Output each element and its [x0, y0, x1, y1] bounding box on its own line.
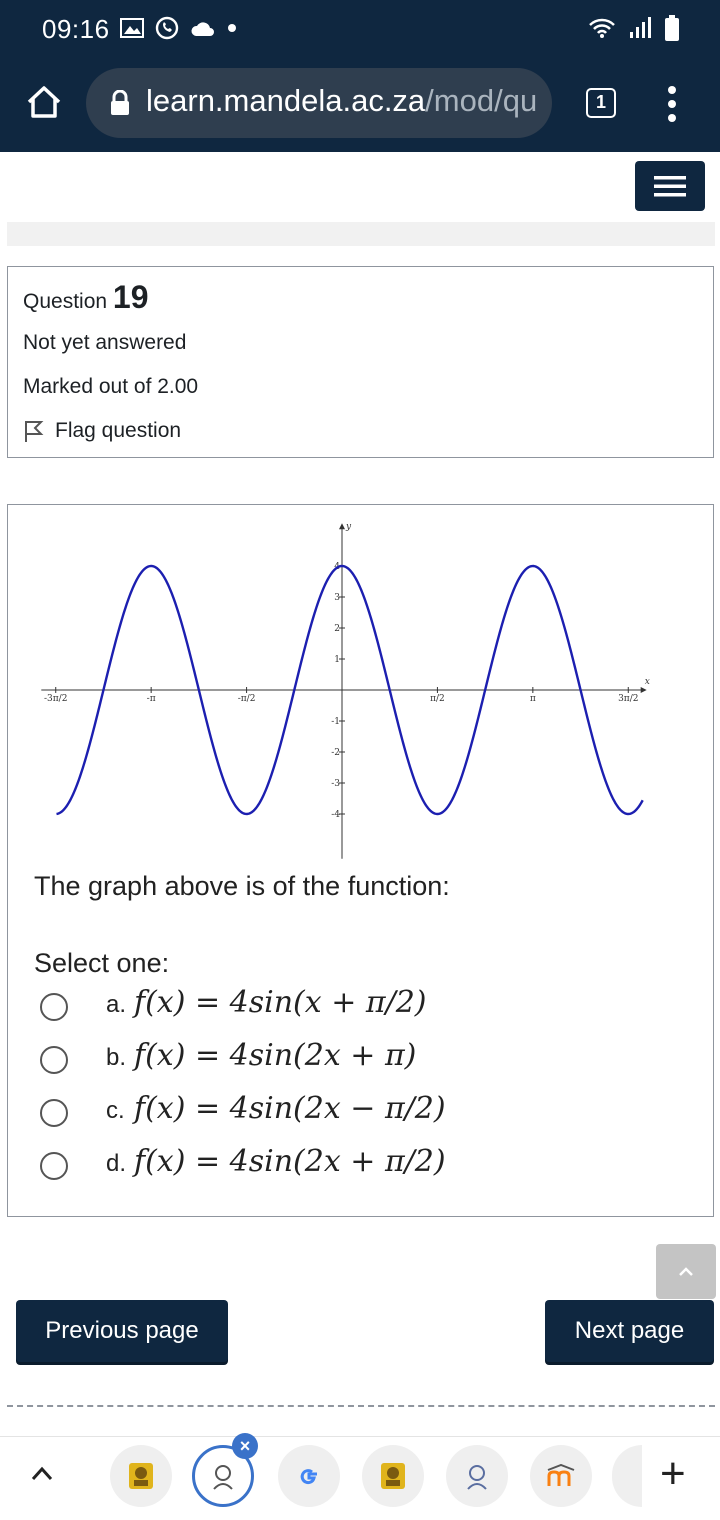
option-letter: b.: [106, 1044, 127, 1071]
more-options-icon[interactable]: [662, 84, 682, 124]
question-text: The graph above is of the function:: [34, 871, 450, 901]
question-number: 19: [112, 279, 149, 315]
option-a[interactable]: a. f(x) = 4sin(x + π/2): [38, 983, 688, 1031]
option-letter: d.: [106, 1150, 127, 1177]
new-tab-icon[interactable]: +: [660, 1449, 686, 1499]
mandela-logo-icon: [213, 1465, 233, 1490]
mandela-logo-icon: [467, 1465, 487, 1490]
flag-question-link[interactable]: Flag question: [23, 419, 181, 443]
chevron-up-icon[interactable]: [30, 1465, 54, 1481]
option-letter: a.: [106, 991, 127, 1018]
option-d[interactable]: d. f(x) = 4sin(2x + π/2): [38, 1142, 688, 1190]
option-expression: f(x) = 4sin(x + π/2): [134, 985, 427, 1020]
wifi-icon: [589, 18, 615, 38]
tab-thumbnail[interactable]: [110, 1445, 172, 1507]
whatsapp-icon: [155, 16, 179, 40]
notification-dot-icon: [228, 24, 236, 32]
scroll-to-top-button[interactable]: [656, 1244, 716, 1299]
question-label: Question: [23, 290, 108, 313]
google-icon: [300, 1469, 317, 1485]
y-axis-arrow: [339, 523, 345, 530]
navigation-strip: [7, 222, 715, 246]
flag-icon: [25, 421, 44, 442]
y-tick-label: 3: [334, 593, 340, 603]
option-expression: f(x) = 4sin(2x + π): [134, 1038, 417, 1073]
y-tick-label: -1: [331, 717, 340, 727]
y-tick-label: -4: [331, 810, 340, 820]
radio-a[interactable]: [40, 993, 68, 1021]
lock-icon: [111, 90, 129, 115]
tab-thumbnail[interactable]: [278, 1445, 340, 1507]
cloud-icon: [191, 22, 214, 36]
address-bar[interactable]: learn.mandela.ac.za/mod/qu: [86, 68, 552, 138]
question-state: Not yet answered: [23, 331, 187, 354]
x-tick-label: -π/2: [238, 694, 256, 704]
browser-toolbar: learn.mandela.ac.za/mod/qu 1: [0, 56, 720, 152]
url-host: learn.mandela.ac.za: [146, 83, 426, 118]
x-axis-label: x: [645, 677, 650, 687]
y-tick-label: -3: [331, 779, 340, 789]
option-expression: f(x) = 4sin(2x − π/2): [134, 1091, 446, 1126]
x-tick-label: 3π/2: [618, 694, 638, 704]
battery-icon: [665, 15, 679, 41]
url-path: /mod/qu: [425, 83, 538, 118]
previous-page-button[interactable]: Previous page: [16, 1300, 228, 1362]
nav-menu-button[interactable]: [635, 161, 705, 211]
mandela-logo-icon: [129, 1463, 153, 1489]
tab-thumbnail-partial[interactable]: [612, 1445, 642, 1507]
question-grade: Marked out of 2.00: [23, 375, 199, 398]
tab-thumbnail[interactable]: [530, 1445, 592, 1507]
question-info: Question 19 Not yet answered Marked out …: [7, 266, 714, 458]
radio-b[interactable]: [40, 1046, 68, 1074]
url-text: learn.mandela.ac.za/mod/qu: [146, 83, 537, 119]
radio-d[interactable]: [40, 1152, 68, 1180]
option-expression: f(x) = 4sin(2x + π/2): [134, 1144, 446, 1179]
next-page-button[interactable]: Next page: [545, 1300, 714, 1362]
y-axis-label: y: [345, 522, 352, 532]
y-tick-label: 1: [334, 655, 340, 665]
tab-switcher-button[interactable]: 1: [586, 88, 616, 118]
clock: 09:16: [42, 14, 110, 44]
close-tab-icon[interactable]: ×: [232, 1433, 258, 1459]
tab-thumbnail[interactable]: [446, 1445, 508, 1507]
x-tick-label: -3π/2: [44, 694, 67, 704]
option-c[interactable]: c. f(x) = 4sin(2x − π/2): [38, 1089, 688, 1137]
home-icon[interactable]: [24, 82, 64, 122]
select-prompt: Select one:: [34, 948, 170, 978]
hamburger-icon: [654, 176, 686, 197]
x-tick-label: π: [530, 694, 536, 704]
question-heading: Question 19: [23, 279, 149, 316]
x-tick-label: π/2: [430, 694, 445, 704]
moodle-icon: [547, 1464, 575, 1486]
x-axis-arrow: [640, 687, 647, 693]
signal-icon: [630, 17, 651, 38]
gallery-icon: [120, 18, 144, 38]
flag-question-label: Flag question: [55, 419, 182, 442]
function-graph: xy-3π/2 -π -π/2 π/2 π 3π/24321-1-2-3-4: [41, 522, 650, 859]
tab-thumbnail[interactable]: [362, 1445, 424, 1507]
divider: [7, 1405, 715, 1407]
question-content: x y -3π/2 -π -π/2 π/2 π 3π/2 4 3 2 1 -1 -2 -3 -4 The gr…: [7, 504, 714, 1217]
radio-c[interactable]: [40, 1099, 68, 1127]
mandela-logo-icon: [381, 1463, 405, 1489]
option-letter: c.: [106, 1097, 125, 1124]
y-tick-label: 2: [334, 624, 340, 634]
browser-tab-strip: × +: [0, 1433, 720, 1520]
x-tick-label: -π: [147, 694, 156, 704]
chevron-up-icon: [679, 1267, 693, 1276]
option-b[interactable]: b. f(x) = 4sin(2x + π): [38, 1036, 688, 1084]
status-bar: 09:16: [0, 0, 720, 56]
y-tick-label: -2: [331, 748, 340, 758]
